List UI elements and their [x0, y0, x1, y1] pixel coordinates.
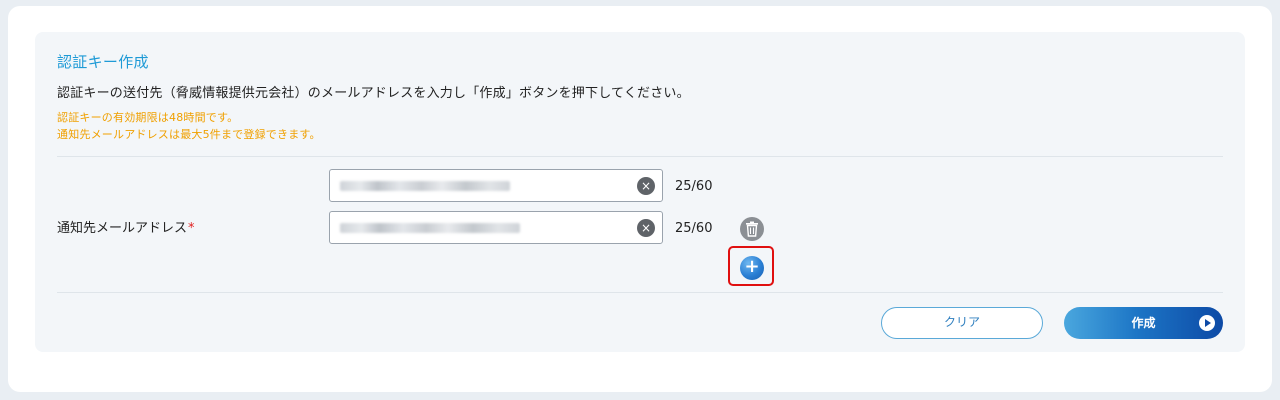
- email-input-1[interactable]: ×: [329, 169, 663, 202]
- section-title: 認証キー作成: [57, 53, 149, 71]
- play-icon: [1199, 315, 1215, 331]
- divider-bottom: [57, 292, 1223, 293]
- add-email-button[interactable]: +: [740, 256, 764, 280]
- create-button[interactable]: 作成: [1064, 307, 1223, 339]
- divider-top: [57, 156, 1223, 157]
- clear-input-icon[interactable]: ×: [637, 219, 655, 237]
- char-count-2: 25/60: [675, 221, 713, 236]
- note-max-emails: 通知先メールアドレスは最大5件まで登録できます。: [57, 128, 321, 141]
- email-value-redacted: [340, 181, 510, 191]
- section-description: 認証キーの送付先（脅威情報提供元会社）のメールアドレスを入力し「作成」ボタンを押…: [57, 86, 690, 101]
- clear-input-icon[interactable]: ×: [637, 177, 655, 195]
- create-button-label: 作成: [1131, 316, 1156, 330]
- email-field-label: 通知先メールアドレス*: [57, 217, 195, 236]
- trash-icon[interactable]: [740, 217, 764, 241]
- required-mark: *: [188, 221, 195, 236]
- clear-button[interactable]: クリア: [881, 307, 1043, 339]
- email-value-redacted: [340, 223, 520, 233]
- note-expiry: 認証キーの有効期限は48時間です。: [57, 111, 239, 124]
- email-field-label-text: 通知先メールアドレス: [57, 221, 188, 236]
- char-count-1: 25/60: [675, 179, 713, 194]
- email-input-2[interactable]: ×: [329, 211, 663, 244]
